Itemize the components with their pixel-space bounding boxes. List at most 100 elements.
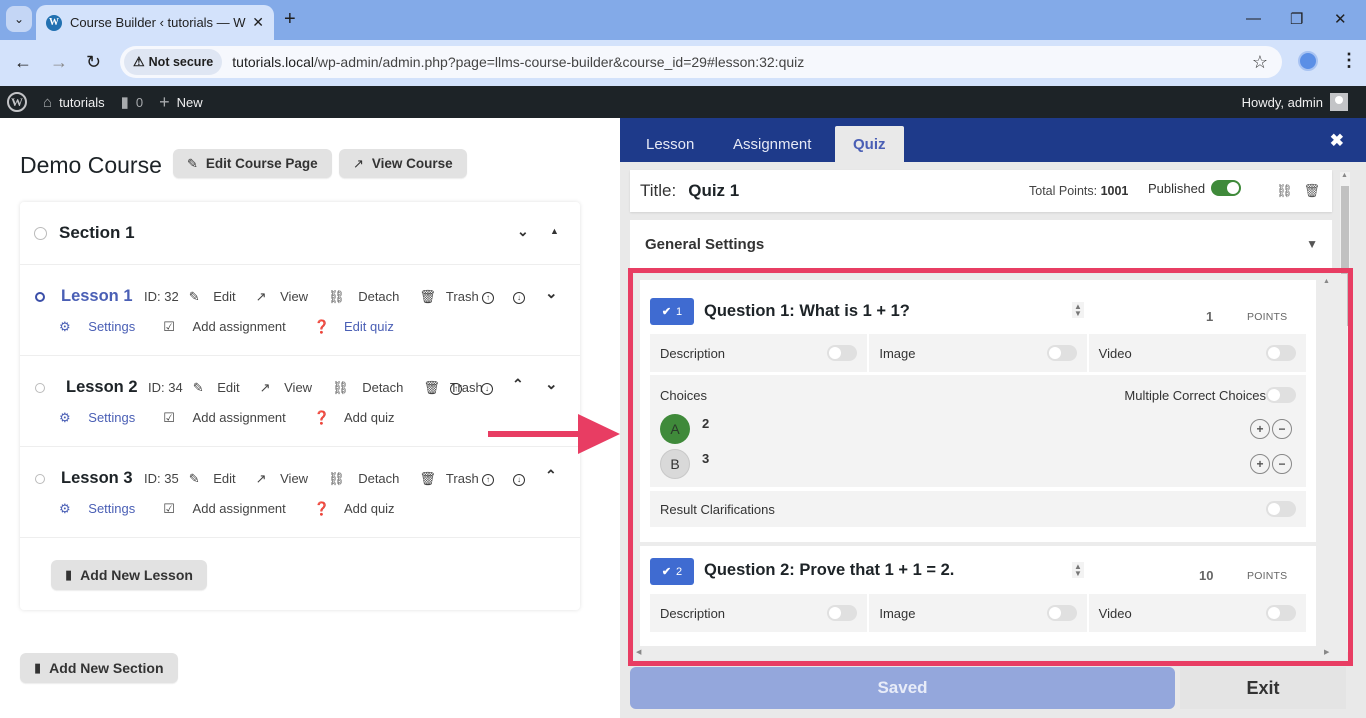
lesson-name[interactable]: Lesson 3 <box>61 469 133 488</box>
add-quiz-link[interactable]: ❓ Add quiz <box>314 410 409 426</box>
new-tab-button[interactable]: + <box>284 8 296 31</box>
unlink-icon: ⛓ <box>332 380 353 395</box>
edit-course-page-button[interactable]: ✎ Edit Course Page <box>173 149 332 178</box>
move-down-circle-icon[interactable]: ↓ <box>513 289 525 304</box>
window-close-icon[interactable]: ✕ <box>1334 10 1347 28</box>
chevron-up-icon[interactable]: ⌃ <box>545 467 557 484</box>
external-link-icon: ↗ <box>255 471 271 486</box>
move-down-circle-icon[interactable]: ↓ <box>481 380 493 395</box>
browser-menu-icon[interactable]: ⋮ <box>1340 50 1358 71</box>
move-up-circle-icon[interactable]: ↑ <box>482 471 494 486</box>
chevron-down-icon[interactable]: ⌄ <box>545 284 558 302</box>
section-radio[interactable] <box>34 226 47 240</box>
close-icon[interactable]: ✖ <box>1330 131 1344 151</box>
url-path: /wp-admin/admin.php?page=llms-course-bui… <box>313 54 805 70</box>
trash-lesson-link[interactable]: 🗑 Trash <box>419 471 488 487</box>
view-course-button[interactable]: ↗ View Course <box>339 149 467 178</box>
exit-button[interactable]: Exit <box>1180 667 1346 709</box>
trash-icon[interactable]: 🗑 <box>1303 183 1320 198</box>
add-new-section-button[interactable]: ▮ Add New Section <box>20 653 178 683</box>
minimize-icon[interactable]: — <box>1246 10 1261 27</box>
chevron-down-icon[interactable]: ⌄ <box>517 223 529 240</box>
edit-icon: ✎ <box>188 471 204 486</box>
wordpress-logo-icon[interactable]: W <box>7 92 27 112</box>
edit-quiz-link[interactable]: ❓ Edit quiz <box>314 319 408 335</box>
published-toggle[interactable]: Published <box>1148 180 1242 196</box>
browser-tab[interactable]: W Course Builder ‹ tutorials — Wo ✕ <box>36 5 274 40</box>
detach-lesson-link[interactable]: ⛓ Detach <box>332 380 413 396</box>
comments-link[interactable]: ▮ 0 <box>121 93 144 111</box>
url-text[interactable]: tutorials.local/wp-admin/admin.php?page=… <box>232 54 804 70</box>
chevron-up-icon[interactable]: ⌃ <box>512 376 524 393</box>
trash-label: Trash <box>445 471 479 486</box>
forward-arrow-icon[interactable]: → <box>50 52 68 73</box>
account-menu[interactable]: Howdy, admin <box>1242 86 1348 118</box>
add-new-lesson-button[interactable]: ▮ Add New Lesson <box>51 560 207 590</box>
section-name[interactable]: Section 1 <box>59 223 135 243</box>
lesson-settings-link[interactable]: ⚙ Settings <box>59 410 149 426</box>
settings-label: Settings <box>88 319 136 334</box>
detach-lesson-link[interactable]: ⛓ Detach <box>328 471 409 487</box>
quiz-title[interactable]: Quiz 1 <box>688 181 739 201</box>
course-title: Demo Course <box>20 152 162 178</box>
add-new-lesson-label: Add New Lesson <box>80 567 193 583</box>
panel-tabs: Lesson Assignment Quiz ✖ <box>620 118 1366 162</box>
bookmark-star-icon[interactable]: ☆ <box>1252 52 1268 73</box>
lesson-settings-link[interactable]: ⚙ Settings <box>59 319 149 335</box>
tab-assignment[interactable]: Assignment <box>715 126 829 162</box>
move-up-circle-icon[interactable]: ↑ <box>450 380 462 395</box>
trash-lesson-link[interactable]: 🗑 Trash <box>419 289 488 305</box>
lesson-name[interactable]: Lesson 2 <box>66 378 138 397</box>
general-settings-header[interactable]: General Settings ▼ <box>630 220 1332 268</box>
lesson-radio[interactable] <box>35 474 45 484</box>
new-content-link[interactable]: + New <box>159 92 203 113</box>
back-arrow-icon[interactable]: ← <box>14 52 32 73</box>
view-lesson-link[interactable]: ↗ View <box>256 289 318 305</box>
not-secure-chip[interactable]: ⚠ Not secure <box>124 49 223 75</box>
tab-title: Course Builder ‹ tutorials — Wo <box>70 15 247 30</box>
add-assignment-link[interactable]: ☑ Add assignment <box>163 410 300 426</box>
collapse-caret-icon[interactable]: ▲ <box>550 226 559 236</box>
comment-icon: ▮ <box>120 94 129 111</box>
wordpress-favicon-icon: W <box>46 14 62 31</box>
add-quiz-link[interactable]: ❓ Add quiz <box>314 501 409 517</box>
reload-icon[interactable]: ↻ <box>86 52 101 73</box>
unlink-icon[interactable]: ⛓ <box>1276 183 1293 198</box>
address-bar[interactable]: ⚠ Not secure tutorials.local/wp-admin/ad… <box>120 46 1282 78</box>
browser-toolbar: ← → ↻ ⚠ Not secure tutorials.local/wp-ad… <box>0 40 1366 86</box>
settings-label: Settings <box>88 410 136 425</box>
extension-icon[interactable] <box>1298 51 1318 71</box>
lesson-radio[interactable] <box>35 383 45 393</box>
close-tab-icon[interactable]: ✕ <box>252 14 264 31</box>
view-label: View <box>280 289 309 304</box>
chevron-down-icon[interactable]: ⌄ <box>545 375 558 393</box>
edit-lesson-link[interactable]: ✎ Edit <box>189 471 246 487</box>
lesson-name[interactable]: Lesson 1 <box>61 287 133 306</box>
tab-search-button[interactable]: ⌄ <box>6 6 32 32</box>
edit-lesson-link[interactable]: ✎ Edit <box>193 380 250 396</box>
site-name-link[interactable]: ⌂ tutorials <box>43 94 105 111</box>
view-lesson-link[interactable]: ↗ View <box>260 380 322 396</box>
edit-label: Edit <box>217 380 240 395</box>
add-assignment-link[interactable]: ☑ Add assignment <box>163 501 300 517</box>
toggle-switch-on[interactable] <box>1211 180 1242 196</box>
view-lesson-link[interactable]: ↗ View <box>256 471 318 487</box>
detach-lesson-link[interactable]: ⛓ Detach <box>328 289 409 305</box>
scroll-up-icon[interactable]: ▲ <box>1341 172 1348 179</box>
saved-button[interactable]: Saved <box>630 667 1175 709</box>
question-circle-icon: ❓ <box>313 501 330 516</box>
add-assignment-label: Add assignment <box>192 501 286 516</box>
edit-lesson-link[interactable]: ✎ Edit <box>189 289 246 305</box>
add-assignment-link[interactable]: ☑ Add assignment <box>163 319 300 335</box>
new-label: New <box>176 94 203 110</box>
restore-icon[interactable]: ❐ <box>1290 10 1303 28</box>
howdy-text: Howdy, admin <box>1241 94 1323 110</box>
tab-lesson[interactable]: Lesson <box>628 126 712 162</box>
file-icon: ▮ <box>65 567 73 582</box>
lesson-settings-link[interactable]: ⚙ Settings <box>59 501 149 517</box>
home-icon: ⌂ <box>43 93 53 111</box>
move-up-circle-icon[interactable]: ↑ <box>482 289 494 304</box>
tab-quiz[interactable]: Quiz <box>835 126 904 162</box>
lesson-radio[interactable] <box>35 292 45 302</box>
move-down-circle-icon[interactable]: ↓ <box>513 471 525 486</box>
